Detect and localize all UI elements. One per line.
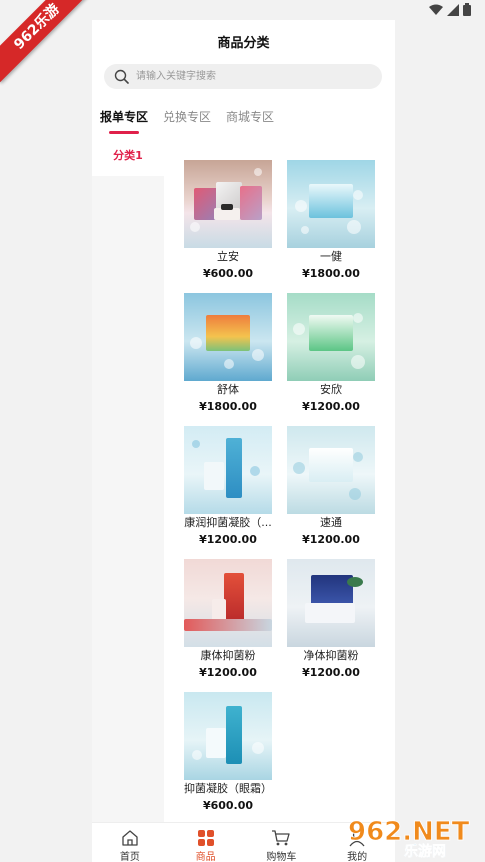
product-image [287, 160, 375, 248]
product-name: 康润抑菌凝胶（... [184, 516, 272, 529]
nav-cart[interactable]: 购物车 [244, 823, 320, 862]
nav-home-label: 首页 [119, 852, 140, 862]
nav-products[interactable]: 商品 [168, 823, 244, 862]
product-name: 安欣 [320, 383, 342, 396]
tab-exchange-zone[interactable]: 兑换专区 [163, 108, 211, 134]
product-price: ¥1200.00 [302, 666, 360, 679]
product-card[interactable]: 康体抑菌粉 ¥1200.00 [180, 559, 276, 680]
product-price: ¥1200.00 [302, 533, 360, 546]
tab-order-zone[interactable]: 报单专区 [100, 108, 148, 134]
watermark-logo: 962.NET 乐游网 [344, 814, 480, 861]
battery-icon [463, 3, 471, 16]
wifi-icon [429, 4, 443, 15]
product-card[interactable]: 康润抑菌凝胶（... ¥1200.00 [180, 426, 276, 547]
product-price: ¥600.00 [202, 267, 254, 280]
product-card[interactable]: 立安 ¥600.00 [180, 160, 276, 281]
category-item-1[interactable]: 分类1 [92, 140, 164, 176]
product-name: 立安 [217, 250, 239, 263]
product-image [184, 426, 272, 514]
nav-home[interactable]: 首页 [92, 823, 168, 862]
page-title: 商品分类 [217, 36, 270, 51]
nav-cart-label: 购物车 [266, 852, 297, 862]
search-bar[interactable] [104, 64, 382, 89]
watermark-logo-sub: 乐游网 [404, 843, 446, 858]
product-name: 舒体 [217, 383, 239, 396]
product-price: ¥1200.00 [302, 400, 360, 413]
product-image [184, 692, 272, 780]
product-card[interactable]: 速通 ¥1200.00 [283, 426, 379, 547]
search-input[interactable] [136, 64, 366, 89]
home-icon [122, 830, 138, 846]
product-image [287, 293, 375, 381]
tab-bar: 报单专区 兑换专区 商城专区 [100, 108, 289, 134]
product-name: 净体抑菌粉 [303, 649, 359, 662]
product-name: 康体抑菌粉 [200, 649, 256, 662]
product-price: ¥1800.00 [302, 267, 360, 280]
product-image [184, 559, 272, 647]
nav-products-label: 商品 [195, 852, 216, 862]
product-card[interactable]: 一健 ¥1800.00 [283, 160, 379, 281]
app-screen: 商品分类 报单专区 兑换专区 商城专区 分类1 立安 ¥60 [92, 20, 395, 862]
product-image [287, 426, 375, 514]
watermark-logo-main: 962.NET [348, 817, 470, 847]
product-price: ¥1200.00 [199, 533, 257, 546]
product-name: 一健 [320, 250, 342, 263]
product-card[interactable]: 抑菌凝胶（眼霜） ¥600.00 [180, 692, 276, 813]
product-price: ¥1800.00 [199, 400, 257, 413]
product-name: 速通 [320, 516, 342, 529]
product-image [184, 160, 272, 248]
product-name: 抑菌凝胶（眼霜） [184, 782, 272, 795]
grid-icon [197, 830, 214, 846]
status-icons [429, 3, 471, 16]
product-image [287, 559, 375, 647]
product-price: ¥1200.00 [199, 666, 257, 679]
product-image [184, 293, 272, 381]
cart-icon [272, 830, 291, 846]
signal-icon [447, 3, 459, 16]
product-price: ¥600.00 [202, 799, 254, 812]
product-card[interactable]: 安欣 ¥1200.00 [283, 293, 379, 414]
tab-mall-zone[interactable]: 商城专区 [226, 108, 274, 134]
product-card[interactable]: 舒体 ¥1800.00 [180, 293, 276, 414]
category-sidebar: 分类1 [92, 140, 164, 862]
search-icon [114, 69, 129, 84]
product-card[interactable]: 净体抑菌粉 ¥1200.00 [283, 559, 379, 680]
